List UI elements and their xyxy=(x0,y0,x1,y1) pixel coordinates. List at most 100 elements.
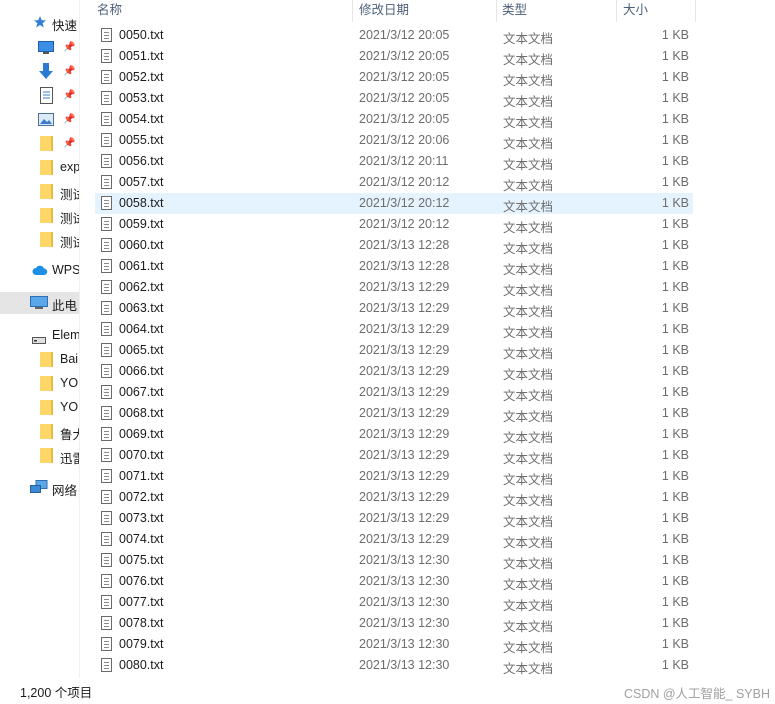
file-date: 2021/3/13 12:29 xyxy=(359,490,450,504)
file-row[interactable]: 0072.txt 2021/3/13 12:29 文本文档 1 KB xyxy=(95,487,693,508)
file-row[interactable]: 0076.txt 2021/3/13 12:30 文本文档 1 KB xyxy=(95,571,693,592)
file-row[interactable]: 0055.txt 2021/3/12 20:06 文本文档 1 KB xyxy=(95,130,693,151)
nav-item-wps-cloud[interactable]: WPS xyxy=(0,260,79,282)
file-row[interactable]: 0068.txt 2021/3/13 12:29 文本文档 1 KB xyxy=(95,403,693,424)
file-name: 0070.txt xyxy=(119,448,164,462)
column-divider[interactable] xyxy=(616,0,617,22)
nav-item-bai[interactable]: Bai xyxy=(0,349,79,371)
file-row[interactable]: 0077.txt 2021/3/13 12:30 文本文档 1 KB xyxy=(95,592,693,613)
column-header-type[interactable]: 类型 xyxy=(502,0,527,22)
nav-item-yo-1[interactable]: YO xyxy=(0,373,79,395)
file-name: 0077.txt xyxy=(119,595,164,609)
file-row[interactable]: 0079.txt 2021/3/13 12:30 文本文档 1 KB xyxy=(95,634,693,655)
file-row[interactable]: 0070.txt 2021/3/13 12:29 文本文档 1 KB xyxy=(95,445,693,466)
file-type: 文本文档 xyxy=(503,473,554,487)
folder-icon xyxy=(40,424,53,439)
pane-divider[interactable] xyxy=(79,0,80,678)
file-size: 1 KB xyxy=(661,616,689,630)
pin-icon: 📌 xyxy=(63,90,76,101)
file-type: 文本文档 xyxy=(503,116,554,130)
text-file-icon xyxy=(101,406,112,420)
file-row[interactable]: 0060.txt 2021/3/13 12:28 文本文档 1 KB xyxy=(95,235,693,256)
text-file-icon xyxy=(101,154,112,168)
text-file-icon xyxy=(101,112,112,126)
file-row[interactable]: 0074.txt 2021/3/13 12:29 文本文档 1 KB xyxy=(95,529,693,550)
file-row[interactable]: 0071.txt 2021/3/13 12:29 文本文档 1 KB xyxy=(95,466,693,487)
file-date: 2021/3/12 20:12 xyxy=(359,217,450,231)
file-type: 文本文档 xyxy=(503,221,554,235)
nav-item-exp[interactable]: exp xyxy=(0,157,79,179)
file-row[interactable]: 0050.txt 2021/3/12 20:05 文本文档 1 KB xyxy=(95,25,693,46)
nav-item-test-2[interactable]: 测试 xyxy=(0,205,79,227)
column-header-date[interactable]: 修改日期 xyxy=(359,0,409,22)
file-type: 文本文档 xyxy=(503,557,554,571)
file-row[interactable]: 0062.txt 2021/3/13 12:29 文本文档 1 KB xyxy=(95,277,693,298)
column-divider[interactable] xyxy=(695,0,696,22)
nav-item-quick-access[interactable]: 快速 xyxy=(0,12,79,34)
file-name: 0067.txt xyxy=(119,385,164,399)
file-row[interactable]: 0051.txt 2021/3/12 20:05 文本文档 1 KB xyxy=(95,46,693,67)
file-name: 0059.txt xyxy=(119,217,164,231)
item-count: 1,200 个项目 xyxy=(20,686,93,700)
file-row[interactable]: 0058.txt 2021/3/12 20:12 文本文档 1 KB xyxy=(95,193,693,214)
file-type: 文本文档 xyxy=(503,179,554,193)
file-size: 1 KB xyxy=(661,238,689,252)
column-divider[interactable] xyxy=(496,0,497,22)
file-row[interactable]: 0053.txt 2021/3/12 20:05 文本文档 1 KB xyxy=(95,88,693,109)
nav-item-xunlei[interactable]: 迅雷 xyxy=(0,445,79,467)
file-row[interactable]: 0064.txt 2021/3/13 12:29 文本文档 1 KB xyxy=(95,319,693,340)
nav-item-drive[interactable]: Elem xyxy=(0,325,79,347)
file-type: 文本文档 xyxy=(503,242,554,256)
nav-item-test-1[interactable]: 测试 xyxy=(0,181,79,203)
nav-item-documents[interactable]: 📌 xyxy=(0,85,79,107)
pin-icon: 📌 xyxy=(63,42,76,53)
text-file-icon xyxy=(101,385,112,399)
file-name: 0061.txt xyxy=(119,259,164,273)
file-row[interactable]: 0063.txt 2021/3/13 12:29 文本文档 1 KB xyxy=(95,298,693,319)
file-size: 1 KB xyxy=(661,49,689,63)
file-row[interactable]: 0073.txt 2021/3/13 12:29 文本文档 1 KB xyxy=(95,508,693,529)
file-type: 文本文档 xyxy=(503,410,554,424)
file-size: 1 KB xyxy=(661,133,689,147)
text-file-icon xyxy=(101,595,112,609)
file-size: 1 KB xyxy=(661,595,689,609)
folder-icon xyxy=(40,232,53,247)
file-row[interactable]: 0052.txt 2021/3/12 20:05 文本文档 1 KB xyxy=(95,67,693,88)
file-row[interactable]: 0069.txt 2021/3/13 12:29 文本文档 1 KB xyxy=(95,424,693,445)
nav-item-lu[interactable]: 鲁大 xyxy=(0,421,79,443)
nav-item-desktop[interactable]: 📌 xyxy=(0,37,79,59)
file-row[interactable]: 0066.txt 2021/3/13 12:29 文本文档 1 KB xyxy=(95,361,693,382)
file-name: 0065.txt xyxy=(119,343,164,357)
nav-item-yo-2[interactable]: YO xyxy=(0,397,79,419)
file-row[interactable]: 0065.txt 2021/3/13 12:29 文本文档 1 KB xyxy=(95,340,693,361)
file-row[interactable]: 0061.txt 2021/3/13 12:28 文本文档 1 KB xyxy=(95,256,693,277)
pin-icon: 📌 xyxy=(63,114,76,125)
file-size: 1 KB xyxy=(661,469,689,483)
text-file-icon xyxy=(101,658,112,672)
file-row[interactable]: 0075.txt 2021/3/13 12:30 文本文档 1 KB xyxy=(95,550,693,571)
file-date: 2021/3/13 12:30 xyxy=(359,658,450,672)
nav-item-downloads[interactable]: 📌 xyxy=(0,61,79,83)
file-date: 2021/3/13 12:29 xyxy=(359,469,450,483)
file-name: 0069.txt xyxy=(119,427,164,441)
file-row[interactable]: 0056.txt 2021/3/12 20:11 文本文档 1 KB xyxy=(95,151,693,172)
file-row[interactable]: 0057.txt 2021/3/12 20:12 文本文档 1 KB xyxy=(95,172,693,193)
file-row[interactable]: 0078.txt 2021/3/13 12:30 文本文档 1 KB xyxy=(95,613,693,634)
file-type: 文本文档 xyxy=(503,263,554,277)
file-row[interactable]: 0054.txt 2021/3/12 20:05 文本文档 1 KB xyxy=(95,109,693,130)
file-name: 0074.txt xyxy=(119,532,164,546)
column-header-name[interactable]: 名称 xyxy=(97,0,122,22)
file-date: 2021/3/13 12:29 xyxy=(359,322,450,336)
nav-item-this-pc[interactable]: 此电 xyxy=(0,292,79,314)
column-header-size[interactable]: 大小 xyxy=(623,0,648,22)
file-row[interactable]: 0080.txt 2021/3/13 12:30 文本文档 1 KB xyxy=(95,655,693,676)
nav-item-network[interactable]: 网络 xyxy=(0,477,79,499)
text-file-icon xyxy=(101,322,112,336)
file-row[interactable]: 0067.txt 2021/3/13 12:29 文本文档 1 KB xyxy=(95,382,693,403)
column-divider[interactable] xyxy=(352,0,353,22)
nav-item-folder[interactable]: 📌 xyxy=(0,133,79,155)
nav-item-pictures[interactable]: 📌 xyxy=(0,109,79,131)
file-row[interactable]: 0059.txt 2021/3/12 20:12 文本文档 1 KB xyxy=(95,214,693,235)
nav-item-test-3[interactable]: 测试 xyxy=(0,229,79,251)
folder-icon xyxy=(40,184,53,199)
